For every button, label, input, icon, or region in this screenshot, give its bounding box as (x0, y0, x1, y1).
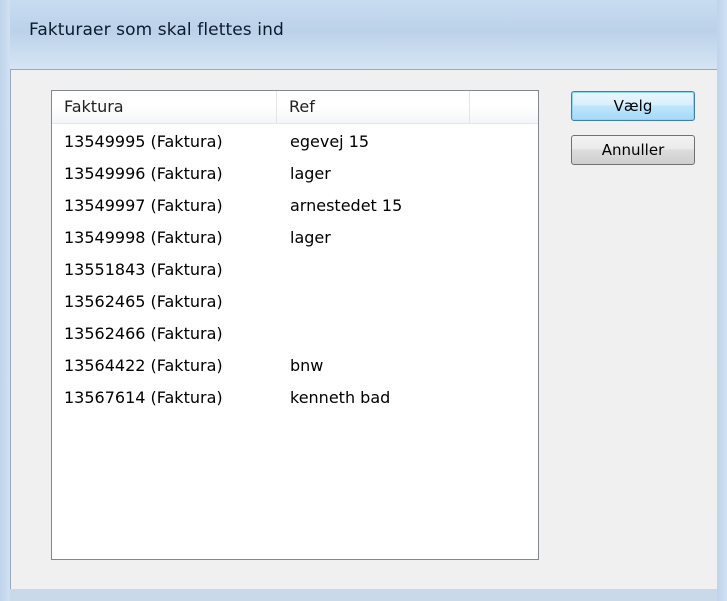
select-button[interactable]: Vælg (571, 91, 695, 121)
cell-ref: egevej 15 (290, 132, 370, 151)
table-row[interactable]: 13562465 (Faktura) (52, 286, 538, 318)
window-frame-right (717, 0, 727, 601)
cell-faktura: 13562465 (Faktura) (64, 292, 223, 311)
table-row[interactable]: 13562466 (Faktura) (52, 318, 538, 350)
cell-faktura: 13549998 (Faktura) (64, 228, 223, 247)
list-rows: 13549995 (Faktura) egevej 15 13549996 (Fak… (52, 124, 538, 414)
cell-faktura: 13564422 (Faktura) (64, 356, 223, 375)
cancel-button[interactable]: Annuller (571, 135, 695, 165)
column-header-faktura[interactable]: Faktura (52, 91, 276, 123)
table-row[interactable]: 13549995 (Faktura) egevej 15 (52, 126, 538, 158)
dialog-client-area: Faktura Ref 13549995 (Faktura) egevej 15 1… (10, 69, 717, 589)
table-row[interactable]: 13549996 (Faktura) lager (52, 158, 538, 190)
table-row[interactable]: 13549998 (Faktura) lager (52, 222, 538, 254)
invoice-list[interactable]: Faktura Ref 13549995 (Faktura) egevej 15 1… (51, 90, 539, 560)
list-header: Faktura Ref (52, 91, 538, 124)
window-frame-left (0, 0, 10, 601)
cell-faktura: 13549996 (Faktura) (64, 164, 223, 183)
cell-faktura: 13549995 (Faktura) (64, 132, 223, 151)
window-title: Fakturaer som skal flettes ind (29, 20, 284, 40)
cell-faktura: 13562466 (Faktura) (64, 324, 223, 343)
column-header-ref[interactable]: Ref (277, 91, 469, 123)
table-row[interactable]: 13564422 (Faktura) bnw (52, 350, 538, 382)
cell-faktura: 13567614 (Faktura) (64, 388, 223, 407)
table-row[interactable]: 13551843 (Faktura) (52, 254, 538, 286)
cell-faktura: 13551843 (Faktura) (64, 260, 223, 279)
cell-ref: arnestedet 15 (290, 196, 403, 215)
table-row[interactable]: 13549997 (Faktura) arnestedet 15 (52, 190, 538, 222)
cell-faktura: 13549997 (Faktura) (64, 196, 223, 215)
cell-ref: lager (290, 164, 331, 183)
cell-ref: kenneth bad (290, 388, 391, 407)
table-row[interactable]: 13567614 (Faktura) kenneth bad (52, 382, 538, 414)
cell-ref: lager (290, 228, 331, 247)
column-divider[interactable] (469, 91, 470, 123)
cell-ref: bnw (290, 356, 324, 375)
